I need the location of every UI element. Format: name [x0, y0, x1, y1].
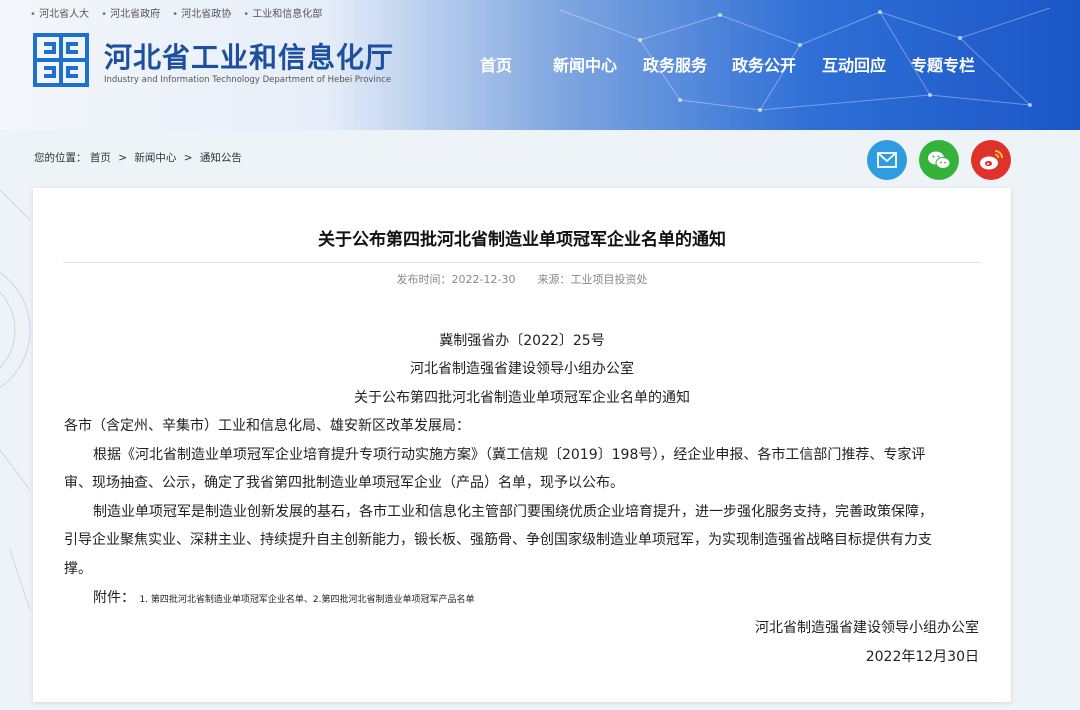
top-link-0[interactable]: 河北省人大: [30, 5, 89, 20]
title-divider: [63, 262, 981, 263]
nav-interaction[interactable]: 互动回应: [822, 52, 911, 76]
share-wechat-button[interactable]: [919, 140, 959, 180]
signature: 河北省制造强省建设领导小组办公室: [755, 620, 979, 636]
breadcrumb-separator: >: [183, 152, 193, 164]
site-subtitle: Industry and Information Technology Depa…: [104, 75, 392, 85]
breadcrumb-home[interactable]: 首页: [90, 152, 111, 164]
paragraph-1-line-2: 审、现场抽查、公示，确定了我省第四批制造业单项冠军企业（产品）名单，现予以公布。: [64, 475, 624, 491]
site-title[interactable]: 河北省工业和信息化厅: [104, 36, 394, 76]
nav-news-center[interactable]: 新闻中心: [553, 52, 643, 76]
site-header: 河北省人大 河北省政府 河北省政协 工业和信息化部 河北省工业和信息化厅 Ind…: [0, 0, 1080, 130]
top-link-3[interactable]: 工业和信息化部: [243, 5, 322, 20]
attachment-line: 附件： 1. 第四批河北省制造业单项冠军企业名单、2.第四批河北省制造业单项冠军…: [93, 589, 475, 609]
doc-number: 冀制强省办〔2022〕25号: [439, 333, 605, 349]
breadcrumb-notices[interactable]: 通知公告: [200, 152, 242, 164]
article-meta: 发布时间：2022-12-30 来源：工业项目投资处: [33, 271, 1011, 287]
attachment-label: 附件：: [93, 590, 135, 606]
email-icon: [877, 152, 897, 168]
notice-heading: 关于公布第四批河北省制造业单项冠军企业名单的通知: [354, 390, 690, 406]
paragraph-2-line-2: 引导企业聚焦实业、深耕主业、持续提升自主创新能力，锻长板、强筋骨、争创国家级制造…: [64, 532, 932, 548]
top-link-2[interactable]: 河北省政协: [172, 5, 231, 20]
breadcrumb-prefix: 您的位置：: [34, 152, 87, 164]
top-links: 河北省人大 河北省政府 河北省政协 工业和信息化部: [30, 5, 322, 20]
top-link-1[interactable]: 河北省政府: [101, 5, 160, 20]
nav-gov-service[interactable]: 政务服务: [643, 52, 732, 76]
article-title: 关于公布第四批河北省制造业单项冠军企业名单的通知: [318, 230, 726, 250]
share-weibo-button[interactable]: [971, 140, 1011, 180]
article-card: 关于公布第四批河北省制造业单项冠军企业名单的通知 发布时间：2022-12-30…: [33, 188, 1011, 702]
attachment-links[interactable]: 1. 第四批河北省制造业单项冠军企业名单、2.第四批河北省制造业单项冠军产品名单: [139, 595, 474, 605]
publish-date: 2022-12-30: [451, 273, 516, 286]
paragraph-1-line-1: 根据《河北省制造业单项冠军企业培育提升专项行动实施方案》（冀工信规〔2019〕1…: [93, 447, 926, 463]
share-email-button[interactable]: [867, 140, 907, 180]
nav-home[interactable]: 首页: [480, 52, 553, 76]
main-nav: 首页 新闻中心 政务服务 政务公开 互动回应 专题专栏: [470, 52, 975, 76]
issuer: 河北省制造强省建设领导小组办公室: [410, 361, 634, 377]
department-logo-icon[interactable]: [32, 32, 90, 88]
wechat-icon: [928, 151, 951, 169]
breadcrumb-news[interactable]: 新闻中心: [134, 152, 176, 164]
publish-label: 发布时间：: [396, 273, 452, 286]
salutation: 各市（含定州、辛集市）工业和信息化局、雄安新区改革发展局：: [64, 418, 470, 434]
weibo-icon: [980, 150, 1003, 170]
source-value: 工业项目投资处: [570, 273, 648, 286]
paragraph-2-line-1: 制造业单项冠军是制造业创新发展的基石，各市工业和信息化主管部门要围绕优质企业培育…: [93, 504, 933, 520]
nav-gov-open[interactable]: 政务公开: [732, 52, 822, 76]
nav-special-topics[interactable]: 专题专栏: [911, 52, 975, 76]
sign-date: 2022年12月30日: [865, 649, 979, 665]
breadcrumb: 您的位置： 首页 > 新闻中心 > 通知公告: [34, 150, 242, 165]
source-label: 来源：: [537, 273, 571, 286]
paragraph-2-line-3: 撑。: [64, 561, 92, 577]
breadcrumb-separator: >: [118, 152, 127, 164]
